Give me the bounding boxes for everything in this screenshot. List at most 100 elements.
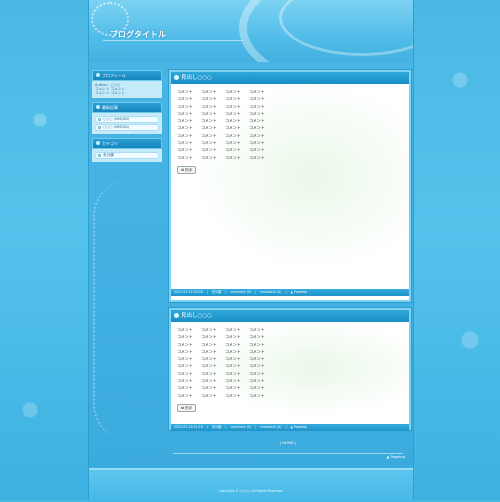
post-text-cell: コメント xyxy=(249,96,265,102)
separator: | xyxy=(285,425,287,429)
post-text-cell: コメント xyxy=(225,89,241,94)
post-footer-link[interactable]: ▲ Pagetop xyxy=(291,290,307,294)
post-text-cell: コメント xyxy=(177,348,193,354)
post-text-cell: コメント xyxy=(249,140,265,146)
clap-label: 拍手 xyxy=(185,167,193,172)
post-text-cell: コメント xyxy=(201,356,217,362)
clap-button[interactable]: ✿ 拍手 xyxy=(177,165,197,174)
post-footer-link[interactable]: trackback (0) xyxy=(260,425,281,429)
bullet-icon xyxy=(96,73,100,77)
post-text-cell: コメント xyxy=(177,89,193,94)
post-header: 見出し○○○ xyxy=(171,310,409,322)
post-text-cell: コメント xyxy=(225,96,241,102)
sidebar-profile: プロフィール Author：○○○ コメント コメント コメント コメント xyxy=(92,70,162,98)
post-text-cell: コメント xyxy=(177,370,193,376)
post-text-cell: コメント xyxy=(249,363,265,369)
post-text-cell: コメント xyxy=(249,147,265,153)
post-text-cell: コメント xyxy=(249,118,265,124)
separator: | xyxy=(285,290,287,294)
post-text-cell: コメント xyxy=(225,154,241,160)
sidebar-recent: 最新記事 ○○○ (MM/DD) ○○○ (MM/DD) xyxy=(92,102,162,134)
post-text-cell: コメント xyxy=(177,327,193,332)
post-text-cell: コメント xyxy=(225,118,241,124)
post-text-cell: コメント xyxy=(201,385,217,391)
sidebar-category: カテゴリ 未分類 xyxy=(92,138,162,162)
post-footer-link[interactable]: 未分類 xyxy=(212,290,222,294)
post-text: コメント コメント コメント コメント コメント コメント コメント コメント コメント コメント… xyxy=(177,327,403,398)
post-text-cell: コメント xyxy=(249,334,265,340)
post-text-cell: コメント xyxy=(201,370,217,376)
blog-header: ブログタイトル xyxy=(89,0,413,62)
post-text-cell: コメント xyxy=(249,103,265,109)
post-text-cell: コメント xyxy=(249,327,265,332)
post-text: コメント コメント コメント コメント コメント コメント コメント コメント コメント コメント… xyxy=(177,89,403,160)
post-footer-link[interactable]: 未分類 xyxy=(212,425,222,429)
post-text-cell: コメント xyxy=(201,378,217,384)
clap-label: 拍手 xyxy=(185,405,193,410)
post-header: 見出し○○○ xyxy=(171,72,409,84)
post-footer-link[interactable]: comment (0) xyxy=(230,425,251,429)
sidebar-recent-header: 最新記事 xyxy=(92,102,162,113)
post-text-cell: コメント xyxy=(225,140,241,146)
separator: | xyxy=(225,290,227,294)
post-text-cell: コメント xyxy=(225,363,241,369)
divider xyxy=(173,453,403,454)
bullet-icon xyxy=(96,141,100,145)
post-text-cell: コメント xyxy=(225,147,241,153)
post-footer: 2012-07-10 21:18 | 未分類 | comment (0) | trackba… xyxy=(171,424,409,431)
sidebar-category-item-label: 未分類 xyxy=(103,153,114,157)
blog-post: 見出し○○○ コメント コメント コメント コメント コメント コメント コメント コメントコ… xyxy=(169,308,411,431)
ring-icon xyxy=(98,154,101,157)
post-text-cell: コメント xyxy=(201,147,217,153)
post-footer-link[interactable]: ▲ Pagetop xyxy=(291,425,307,429)
post-text-cell: コメント xyxy=(177,356,193,362)
post-text-cell: コメント xyxy=(249,110,265,116)
post-text-cell: コメント xyxy=(249,89,265,94)
clap-icon: ✿ xyxy=(181,167,185,172)
post-date: 2012-07-10 21:18 xyxy=(174,425,203,429)
post-footer-link[interactable]: comment (0) xyxy=(230,290,251,294)
post-text-cell: コメント xyxy=(201,363,217,369)
sidebar-recent-title: 最新記事 xyxy=(102,105,118,110)
sidebar-recent-item-label: ○○○ (MM/DD) xyxy=(103,117,130,121)
post-footer: 2012-07-10 20:38 | 未分類 | comment (0) | trackba… xyxy=(171,289,409,296)
clap-button[interactable]: ✿ 拍手 xyxy=(177,403,197,412)
separator: | xyxy=(225,425,227,429)
post-text-cell: コメント xyxy=(201,341,217,347)
pagetop-link[interactable]: ▲ Pagetop xyxy=(387,455,406,459)
post-title[interactable]: 見出し○○○ xyxy=(181,74,212,82)
post-text-cell: コメント xyxy=(177,392,193,398)
post-text-cell: コメント xyxy=(201,125,217,131)
separator: | xyxy=(255,425,257,429)
post-text-cell: コメント xyxy=(201,140,217,146)
post-text-cell: コメント xyxy=(225,341,241,347)
bullet-icon xyxy=(96,105,100,109)
sidebar-profile-header: プロフィール xyxy=(92,70,162,81)
sidebar-recent-item[interactable]: ○○○ (MM/DD) xyxy=(95,124,159,131)
post-text-cell: コメント xyxy=(201,154,217,160)
post-title[interactable]: 見出し○○○ xyxy=(181,312,212,320)
sidebar-recent-item-label: ○○○ (MM/DD) xyxy=(103,125,130,129)
sidebar-category-body: 未分類 xyxy=(92,149,162,162)
post-text-cell: コメント xyxy=(225,356,241,362)
blog-footer xyxy=(89,468,413,502)
sidebar-recent-item[interactable]: ○○○ (MM/DD) xyxy=(95,116,159,123)
sidebar-profile-title: プロフィール xyxy=(102,73,126,78)
post-footer-link[interactable]: trackback (0) xyxy=(260,290,281,294)
post-text-cell: コメント xyxy=(177,363,193,369)
ring-icon xyxy=(98,118,101,121)
sidebar-category-item[interactable]: 未分類 xyxy=(95,152,159,159)
post-text-cell: コメント xyxy=(201,392,217,398)
blog-title[interactable]: ブログタイトル xyxy=(110,29,166,40)
pager[interactable]: | HOME | xyxy=(169,440,407,445)
post-text-cell: コメント xyxy=(249,341,265,347)
post-text-cell: コメント xyxy=(249,154,265,160)
separator: | xyxy=(255,290,257,294)
post-text-cell: コメント xyxy=(249,348,265,354)
post-text-cell: コメント xyxy=(177,140,193,146)
sidebar-recent-body: ○○○ (MM/DD) ○○○ (MM/DD) xyxy=(92,113,162,134)
post-text-cell: コメント xyxy=(225,334,241,340)
post-text-cell: コメント xyxy=(177,378,193,384)
post-text-cell: コメント xyxy=(177,118,193,124)
post-text-cell: コメント xyxy=(249,125,265,131)
